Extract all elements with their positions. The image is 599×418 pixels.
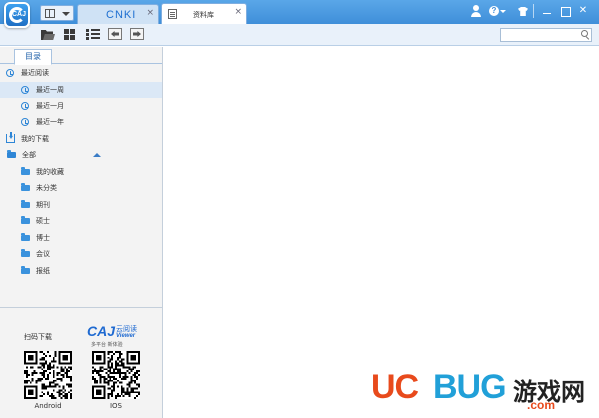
tree-item-label: 最近阅读 (21, 69, 49, 77)
scan-download-label: 扫码下载 (24, 333, 52, 341)
tree-item-downloads[interactable]: 我的下载 (0, 131, 162, 147)
tree-item-label: 报纸 (36, 267, 50, 275)
tree-item-uncategorized[interactable]: 未分类 (0, 180, 162, 196)
clock-icon (21, 86, 29, 94)
tab-cnki-close-icon[interactable]: × (146, 9, 154, 18)
ios-qr-code (92, 351, 140, 399)
tab-library[interactable]: 资料库 × (161, 3, 247, 24)
titlebar-divider (533, 4, 534, 18)
main-content-area: UC BUG 游戏网 .com (164, 47, 599, 418)
folder-icon (21, 233, 30, 241)
forward-arrow-icon[interactable] (130, 28, 144, 40)
folder-icon (21, 216, 30, 224)
caj-viewer-label: Viewer (116, 333, 136, 339)
caj-logo: CAJ (87, 323, 116, 339)
android-label: Android (34, 402, 62, 410)
skin-shirt-icon[interactable] (516, 4, 530, 18)
tab-list-menu-button[interactable] (40, 5, 74, 21)
app-logo-text: CAJ (12, 11, 27, 18)
collapse-up-icon[interactable] (93, 153, 101, 157)
help-menu-chevron-icon[interactable] (499, 4, 507, 18)
tab-library-close-icon[interactable]: × (234, 8, 242, 17)
tab-library-label: 资料库 (193, 11, 214, 19)
tree-item-recent[interactable]: 最近阅读 (0, 65, 162, 81)
close-window-button[interactable]: ✕ (576, 4, 590, 18)
tree-item-label: 最近一年 (36, 118, 64, 126)
folder-open-icon (7, 150, 16, 158)
folder-icon (21, 200, 30, 208)
tree-item-recent-year[interactable]: 最近一年 (0, 114, 162, 130)
tree-item-label: 我的下载 (21, 135, 49, 143)
sidebar-tabstrip: 目录 (0, 47, 162, 65)
folder-icon (21, 249, 30, 257)
clock-icon (6, 69, 14, 77)
user-icon[interactable] (469, 4, 483, 18)
thumbnail-view-icon[interactable] (63, 28, 77, 41)
chevron-down-icon (62, 12, 70, 16)
tree-item-label: 未分类 (36, 184, 57, 192)
help-icon: ? (489, 6, 499, 16)
title-bar: CAJ CNKI × 资料库 × ? ✕ (0, 0, 599, 28)
tree-item-label: 硕士 (36, 217, 50, 225)
tree-item-label: 最近一周 (36, 86, 64, 94)
document-icon (168, 9, 177, 19)
tree-item-label: 全部 (22, 151, 36, 159)
open-folder-icon[interactable] (41, 28, 55, 41)
folder-icon (21, 266, 30, 274)
tree-item-recent-month[interactable]: 最近一月 (0, 98, 162, 114)
folder-icon (21, 167, 30, 175)
tab-cnki[interactable]: CNKI × (77, 4, 159, 24)
maximize-button[interactable] (558, 4, 572, 18)
tree-item-label: 博士 (36, 234, 50, 242)
download-icon (6, 134, 15, 143)
tree-item-journals[interactable]: 期刊 (0, 197, 162, 213)
watermark-com: .com (527, 398, 556, 412)
download-promo: 扫码下载 CAJ 云阅读 Viewer 多平台 新体验 Android IOS (0, 307, 162, 418)
search-icon[interactable] (581, 30, 590, 40)
ucbug-watermark: UC BUG 游戏网 .com (371, 368, 591, 412)
tree-item-conferences[interactable]: 会议 (0, 246, 162, 262)
watermark-bug: BUG (433, 368, 507, 406)
clock-icon (21, 118, 29, 126)
ios-label: IOS (109, 402, 123, 410)
android-qr-code (24, 351, 72, 399)
search-input[interactable] (501, 29, 579, 41)
tree-item-masters[interactable]: 硕士 (0, 213, 162, 229)
tree-item-label: 期刊 (36, 201, 50, 209)
tab-cnki-label: CNKI (106, 9, 137, 21)
sidebar: 目录 最近阅读 最近一周 最近一月 最近一年 我的下载 全部 我的收藏 未分类 … (0, 47, 163, 418)
caj-slogan: 多平台 新体验 (91, 342, 123, 348)
tree-item-label: 我的收藏 (36, 168, 64, 176)
search-box (500, 28, 592, 42)
tab-grid-icon (45, 9, 55, 18)
back-arrow-icon[interactable] (108, 28, 122, 40)
app-logo-icon[interactable]: CAJ (4, 2, 30, 28)
list-view-icon[interactable] (86, 28, 100, 41)
tree-item-doctoral[interactable]: 博士 (0, 230, 162, 246)
tree-item-label: 会议 (36, 250, 50, 258)
tree-item-label: 最近一月 (36, 102, 64, 110)
tree-item-favorites[interactable]: 我的收藏 (0, 164, 162, 180)
tree-item-newspapers[interactable]: 报纸 (0, 263, 162, 279)
folder-icon (21, 183, 30, 191)
toolbar (0, 24, 599, 46)
tab-catalog[interactable]: 目录 (14, 49, 52, 65)
watermark-uc: UC (371, 368, 419, 406)
tree-item-recent-week[interactable]: 最近一周 (0, 82, 162, 98)
tree-item-all[interactable]: 全部 (0, 147, 162, 163)
clock-icon (21, 102, 29, 110)
minimize-button[interactable] (540, 4, 554, 18)
